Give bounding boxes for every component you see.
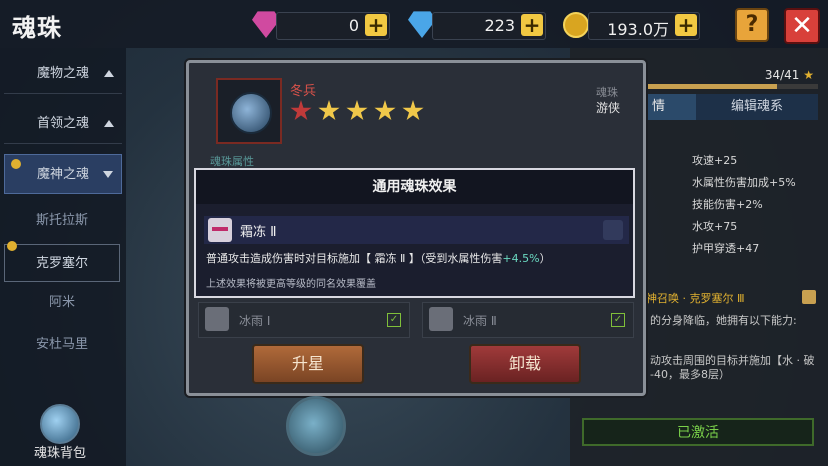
lock-icon: [11, 159, 21, 169]
close-button[interactable]: ✕: [784, 8, 820, 44]
add-blue-diamond-button[interactable]: +: [521, 14, 543, 36]
bag-label: 魂珠背包: [33, 446, 86, 461]
blue-diamond-value: 223: [484, 16, 515, 35]
orb-name: 冬兵: [290, 84, 317, 99]
activated-status: 已激活: [582, 418, 814, 446]
sidebar-subitem-label: 克罗塞尔: [35, 256, 88, 271]
effect-note: 上述效果将被更高等级的同名效果覆盖: [206, 279, 376, 290]
stat-line: 攻速+25: [692, 154, 738, 167]
stat-line: 护甲穿透+47: [692, 242, 760, 255]
sidebar-subitem-amy[interactable]: 阿米: [4, 284, 120, 322]
orb-category-label: 魂珠: [596, 86, 618, 99]
effect-slot: [603, 220, 623, 240]
add-gold-coin-button[interactable]: +: [675, 14, 697, 36]
gold-coin-counter: 193.0万 +: [588, 12, 700, 40]
help-button[interactable]: ?: [735, 8, 769, 42]
sidebar-item-demon-soul[interactable]: 魔神之魂: [4, 154, 122, 194]
top-bar: 魂珠 0 + 223 + 193.0万 + ? ✕: [0, 0, 828, 48]
stat-line: 水属性伤害加成+5%: [692, 176, 796, 189]
sidebar-item-label: 魔物之魂: [36, 66, 89, 81]
ice-rain-icon: [205, 307, 229, 331]
sidebar-item-boss-soul[interactable]: 首领之魂: [4, 104, 122, 144]
effect-value: +4.5%: [502, 252, 540, 265]
chevron-up-icon: [104, 70, 114, 77]
add-pink-gem-button[interactable]: +: [365, 14, 387, 36]
sidebar-item-monster-soul[interactable]: 魔物之魂: [4, 54, 122, 94]
soul-orb-icon: [230, 92, 272, 134]
effect-row: 霜冻 Ⅱ: [204, 216, 629, 244]
orb-attr-label: 魂珠属性: [210, 155, 254, 168]
page-title: 魂珠: [12, 14, 62, 42]
effect-description: 普通攻击造成伤害时对目标施加【 霜冻 Ⅱ 】（受到水属性伤害+4.5%）: [206, 252, 551, 265]
pink-gem-counter: 0 +: [276, 12, 390, 40]
effect-item-label: 冰雨 Ⅱ: [463, 314, 497, 328]
summon-title: 神召唤 · 克罗塞尔 Ⅲ: [646, 292, 745, 305]
sidebar-subitem-crocell[interactable]: 克罗塞尔: [4, 241, 120, 282]
unload-button[interactable]: 卸载: [469, 344, 581, 384]
stat-line: 技能伤害+2%: [692, 198, 763, 211]
chevron-up-icon: [104, 120, 114, 127]
pink-gem-value: 0: [348, 16, 359, 35]
frost-effect-icon-detail: [212, 227, 228, 231]
orb-class-label: 游侠: [596, 101, 621, 115]
stat-line: 水攻+75: [692, 220, 738, 233]
sidebar-item-label: 魔神之魂: [36, 167, 89, 182]
effect-item-label: 冰雨 Ⅰ: [239, 314, 271, 328]
tab-edit-soul-system[interactable]: 编辑魂系: [696, 94, 818, 120]
sidebar-subitem-stolas[interactable]: 斯托拉斯: [4, 202, 120, 240]
summon-desc-1: 的分身降临，她拥有以下能力:: [650, 314, 797, 327]
ice-rain-icon: [429, 307, 453, 331]
gold-coin-value: 193.0万: [607, 20, 669, 39]
summon-icon: [802, 290, 816, 304]
sidebar-subitem-andromalius[interactable]: 安杜马里: [4, 326, 120, 364]
soul-orb-bag-button[interactable]: 魂珠背包: [28, 404, 92, 464]
effect-list: 冰雨 Ⅰ ✓ 冰雨 Ⅱ ✓: [198, 302, 636, 338]
lock-icon: [7, 241, 17, 251]
frost-effect-icon: [208, 218, 232, 242]
effect-tooltip: 通用魂珠效果 霜冻 Ⅱ 普通攻击造成伤害时对目标施加【 霜冻 Ⅱ 】（受到水属性…: [194, 168, 635, 298]
check-icon: ✓: [611, 313, 625, 327]
chevron-down-icon: [103, 171, 113, 178]
effect-item[interactable]: 冰雨 Ⅰ ✓: [198, 302, 410, 338]
star-icon: ★: [803, 68, 814, 82]
tooltip-title: 通用魂珠效果: [196, 170, 633, 204]
sidebar-item-label: 首领之魂: [36, 116, 89, 131]
orb-frame: [216, 78, 282, 144]
gold-coin-icon: [563, 12, 589, 38]
collection-count: 34/41 ★: [764, 68, 814, 82]
soul-orb-slot-icon[interactable]: [286, 396, 346, 456]
check-icon: ✓: [387, 313, 401, 327]
star-up-button[interactable]: 升星: [252, 344, 364, 384]
blue-diamond-counter: 223 +: [432, 12, 546, 40]
summon-desc-3: -40，最多8层）: [650, 368, 730, 381]
bag-icon: [40, 404, 80, 444]
effect-item[interactable]: 冰雨 Ⅱ ✓: [422, 302, 634, 338]
effect-name: 霜冻 Ⅱ: [240, 225, 277, 240]
